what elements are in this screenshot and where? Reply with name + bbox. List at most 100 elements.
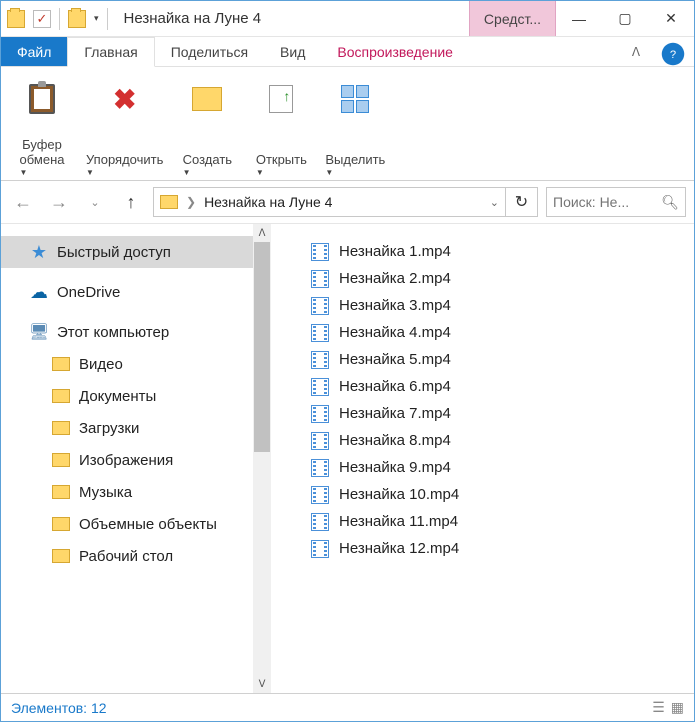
ribbon-clipboard[interactable]: Буфер обмена▼: [5, 71, 79, 180]
clipboard-icon: [29, 84, 55, 114]
title-bar: ✓ ▾ Незнайка на Луне 4 Средст... ― ▢ ✕: [1, 1, 694, 37]
search-icon[interactable]: 🔍︎: [661, 194, 679, 211]
sidebar-item[interactable]: Загрузки: [1, 412, 271, 444]
collapse-ribbon-icon[interactable]: ᐱ: [618, 37, 654, 66]
sidebar-scrollbar[interactable]: ᐱ ᐯ: [253, 224, 271, 693]
sidebar-item[interactable]: Изображения: [1, 444, 271, 476]
sidebar-item[interactable]: Видео: [1, 348, 271, 380]
file-name: Незнайка 1.mp4: [339, 243, 451, 260]
open-icon: [269, 85, 293, 113]
file-name: Незнайка 12.mp4: [339, 540, 459, 557]
refresh-button[interactable]: ↻: [506, 187, 538, 217]
view-thumbnails-icon[interactable]: ▦: [671, 699, 684, 716]
file-name: Незнайка 6.mp4: [339, 378, 451, 395]
file-item[interactable]: Незнайка 6.mp4: [311, 373, 694, 400]
file-name: Незнайка 2.mp4: [339, 270, 451, 287]
scroll-thumb[interactable]: [254, 242, 270, 452]
up-button[interactable]: ↑: [117, 188, 145, 216]
tab-file[interactable]: Файл: [1, 37, 67, 66]
ribbon-clipboard-label: Буфер обмена: [20, 137, 65, 168]
file-item[interactable]: Незнайка 1.mp4: [311, 238, 694, 265]
forward-button[interactable]: →: [45, 188, 73, 216]
status-items-count: 12: [91, 700, 107, 716]
address-folder-icon: [160, 195, 178, 209]
video-file-icon: [311, 432, 329, 450]
video-file-icon: [311, 297, 329, 315]
folder-qat-icon[interactable]: [68, 10, 86, 28]
file-name: Незнайка 11.mp4: [339, 513, 458, 530]
address-dropdown-icon[interactable]: ⌄: [490, 196, 499, 209]
ribbon-organize[interactable]: ✖ Упорядочить▼: [79, 71, 170, 180]
ribbon-select[interactable]: Выделить▼: [318, 71, 392, 180]
chevron-right-icon[interactable]: ❯: [186, 195, 196, 209]
sidebar-item-label: Музыка: [79, 484, 132, 501]
back-button[interactable]: ←: [9, 188, 37, 216]
ribbon-open[interactable]: Открыть▼: [244, 71, 318, 180]
file-item[interactable]: Незнайка 8.mp4: [311, 427, 694, 454]
navigation-pane: ★ Быстрый доступ ☁ OneDrive 🖥 Этот компь…: [1, 224, 271, 693]
file-item[interactable]: Незнайка 11.mp4: [311, 508, 694, 535]
video-file-icon: [311, 459, 329, 477]
file-item[interactable]: Незнайка 12.mp4: [311, 535, 694, 562]
tab-share[interactable]: Поделиться: [155, 37, 264, 66]
ribbon-tabs: Файл Главная Поделиться Вид Воспроизведе…: [1, 37, 694, 67]
pc-icon: 🖥: [29, 323, 49, 341]
scroll-up-icon[interactable]: ᐱ: [253, 224, 271, 242]
sidebar-item-label: Загрузки: [79, 420, 139, 437]
folder-icon: [51, 387, 71, 405]
recent-locations-icon[interactable]: ⌄: [81, 188, 109, 216]
folder-icon: [51, 451, 71, 469]
main-area: ★ Быстрый доступ ☁ OneDrive 🖥 Этот компь…: [1, 223, 694, 693]
file-name: Незнайка 10.mp4: [339, 486, 459, 503]
qat-customize-icon[interactable]: ▾: [94, 13, 99, 24]
breadcrumb-current[interactable]: Незнайка на Луне 4: [204, 194, 332, 210]
search-box[interactable]: 🔍︎: [546, 187, 686, 217]
minimize-button[interactable]: ―: [556, 1, 602, 36]
tab-playback[interactable]: Воспроизведение: [321, 37, 469, 66]
file-name: Незнайка 8.mp4: [339, 432, 451, 449]
sidebar-item[interactable]: Документы: [1, 380, 271, 412]
file-name: Незнайка 3.mp4: [339, 297, 451, 314]
sidebar-this-pc[interactable]: 🖥 Этот компьютер: [1, 316, 271, 348]
select-icon: [341, 85, 369, 113]
file-item[interactable]: Незнайка 10.mp4: [311, 481, 694, 508]
video-file-icon: [311, 405, 329, 423]
ribbon-select-label: Выделить: [325, 152, 385, 168]
folder-icon: [51, 355, 71, 373]
file-name: Незнайка 7.mp4: [339, 405, 451, 422]
folder-app-icon: [7, 10, 25, 28]
file-item[interactable]: Незнайка 2.mp4: [311, 265, 694, 292]
address-bar[interactable]: ❯ Незнайка на Луне 4 ⌄: [153, 187, 506, 217]
sidebar-quick-access[interactable]: ★ Быстрый доступ: [1, 236, 271, 268]
sidebar-item[interactable]: Объемные объекты: [1, 508, 271, 540]
close-button[interactable]: ✕: [648, 1, 694, 36]
file-item[interactable]: Незнайка 9.mp4: [311, 454, 694, 481]
file-item[interactable]: Незнайка 5.mp4: [311, 346, 694, 373]
video-file-icon: [311, 486, 329, 504]
file-item[interactable]: Незнайка 4.mp4: [311, 319, 694, 346]
video-file-icon: [311, 540, 329, 558]
file-item[interactable]: Незнайка 3.mp4: [311, 292, 694, 319]
maximize-button[interactable]: ▢: [602, 1, 648, 36]
sidebar-item-label: Рабочий стол: [79, 548, 173, 565]
scroll-down-icon[interactable]: ᐯ: [253, 675, 271, 693]
help-icon[interactable]: ?: [662, 43, 685, 66]
sidebar-item[interactable]: Музыка: [1, 476, 271, 508]
sidebar-onedrive[interactable]: ☁ OneDrive: [1, 276, 271, 308]
file-item[interactable]: Незнайка 7.mp4: [311, 400, 694, 427]
tab-home[interactable]: Главная: [67, 37, 154, 67]
view-details-icon[interactable]: ☰: [652, 699, 665, 716]
ribbon-new[interactable]: Создать▼: [170, 71, 244, 180]
search-input[interactable]: [553, 194, 661, 210]
sidebar-item-label: Объемные объекты: [79, 516, 217, 533]
qat-properties-icon[interactable]: ✓: [33, 10, 51, 28]
status-items-label: Элементов:: [11, 700, 87, 716]
sidebar-item[interactable]: Рабочий стол: [1, 540, 271, 572]
sidebar-item-label: Видео: [79, 356, 123, 373]
video-file-icon: [311, 270, 329, 288]
navigation-bar: ← → ⌄ ↑ ❯ Незнайка на Луне 4 ⌄ ↻ 🔍︎: [1, 181, 694, 223]
contextual-tab-tools[interactable]: Средст...: [469, 1, 556, 36]
file-list[interactable]: Незнайка 1.mp4 Незнайка 2.mp4 Незнайка 3.m…: [271, 224, 694, 693]
tab-view[interactable]: Вид: [264, 37, 321, 66]
file-name: Незнайка 9.mp4: [339, 459, 451, 476]
